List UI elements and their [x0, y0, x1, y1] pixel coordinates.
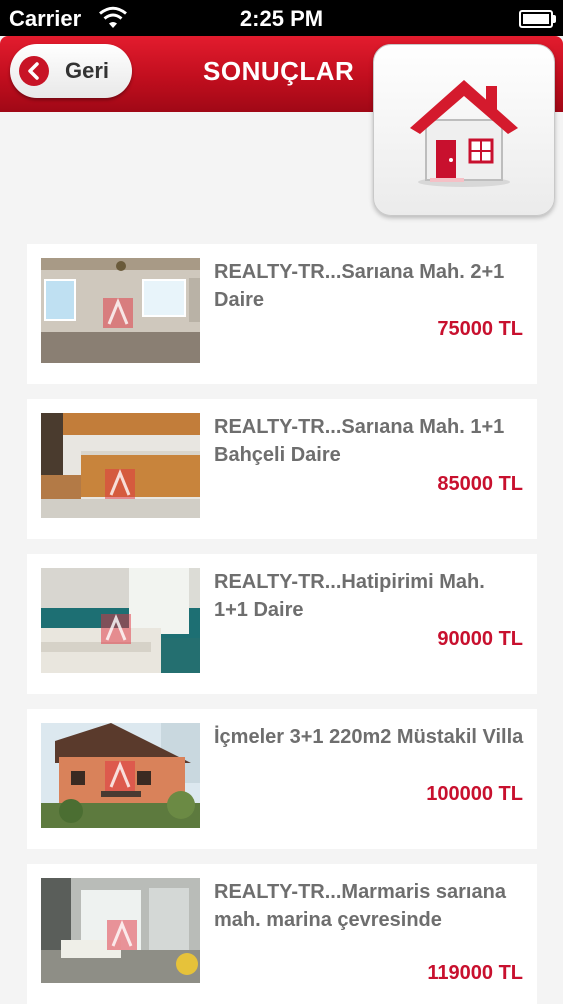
home-button[interactable]: [373, 44, 555, 216]
listing-photo: [41, 258, 200, 363]
listing-photo: [41, 413, 200, 518]
chevron-left-icon: [19, 56, 49, 86]
status-bar: Carrier 2:25 PM: [0, 0, 563, 36]
listing-card[interactable]: İçmeler 3+1 220m2 Müstakil Villa 100000 …: [27, 709, 537, 849]
listing-card[interactable]: REALTY-TR...Hatipirimi Mah. 1+1 Daire 90…: [27, 554, 537, 694]
listing-photo: [41, 568, 200, 673]
listing-title: REALTY-TR...Marmaris sarıana mah. marina…: [214, 881, 506, 931]
listing-card[interactable]: REALTY-TR...Marmaris sarıana mah. marina…: [27, 864, 537, 1004]
listing-card[interactable]: REALTY-TR...Sarıana Mah. 1+1 Bahçeli Dai…: [27, 399, 537, 539]
listing-price: 85000 TL: [437, 473, 523, 495]
listing-price: 75000 TL: [437, 318, 523, 340]
house-icon: [410, 80, 518, 187]
listing-title: REALTY-TR...Hatipirimi Mah. 1+1 Daire: [214, 571, 485, 621]
listing-price: 90000 TL: [437, 628, 523, 650]
listing-price: 100000 TL: [426, 783, 523, 805]
page-title: SONUÇLAR: [203, 56, 355, 86]
listing-photo: [41, 878, 200, 983]
back-button-label: Geri: [65, 58, 110, 83]
listing-card[interactable]: REALTY-TR...Sarıana Mah. 2+1 Daire 75000…: [27, 244, 537, 384]
listing-title: REALTY-TR...Sarıana Mah. 1+1 Bahçeli Dai…: [214, 416, 505, 466]
battery-icon: [519, 10, 556, 28]
listing-title: REALTY-TR...Sarıana Mah. 2+1 Daire: [214, 261, 505, 311]
listing-photo: [41, 723, 200, 828]
back-button[interactable]: Geri: [10, 44, 132, 98]
status-time: 2:25 PM: [239, 6, 324, 31]
listing-price: 119000 TL: [427, 962, 523, 984]
listing-title: İçmeler 3+1 220m2 Müstakil Villa: [214, 726, 524, 748]
